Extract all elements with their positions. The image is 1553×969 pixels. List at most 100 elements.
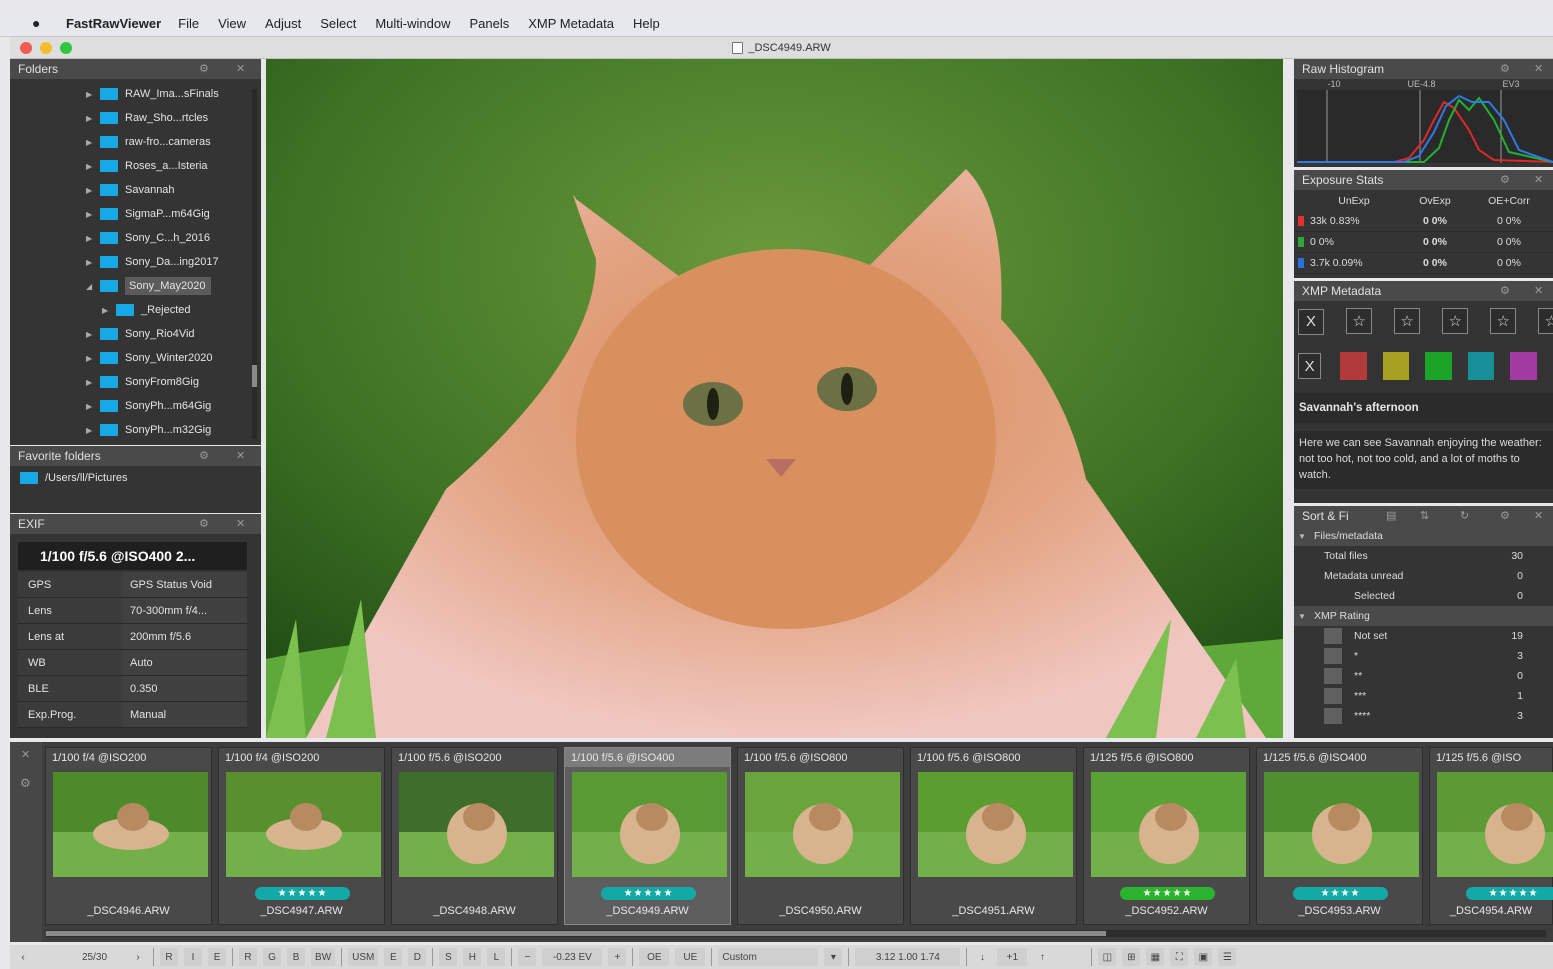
wb-select[interactable]: Custom	[718, 948, 819, 966]
toolbar-btn-r[interactable]: R	[160, 948, 179, 966]
chevron-right-icon[interactable]: ▶	[86, 90, 100, 99]
filmstrip-thumbnail[interactable]: 1/100 f/4 @ISO200 ★★★★★ _DSC4947.ARW	[218, 747, 385, 925]
chevron-right-icon[interactable]: ▶	[86, 186, 100, 195]
panel-settings-icon[interactable]: ⚙	[199, 517, 209, 530]
menu-panels[interactable]: Panels	[469, 16, 509, 31]
folder-tree-item[interactable]: ▶ Sony_Da...ing2017	[10, 250, 261, 274]
panel-close-icon[interactable]: ✕	[236, 449, 245, 462]
color-yellow-button[interactable]	[1382, 352, 1410, 380]
filmstrip-scrollbar[interactable]	[46, 930, 1546, 937]
step-down-icon[interactable]: ↓	[973, 948, 991, 966]
filter-row[interactable]: **** 3	[1294, 706, 1553, 726]
channel-blue-button[interactable]: B	[287, 948, 306, 966]
chevron-right-icon[interactable]: ▶	[86, 258, 100, 267]
layout-split-icon[interactable]: ◫	[1098, 948, 1117, 966]
highlights-button[interactable]: H	[463, 948, 482, 966]
chevron-down-icon[interactable]: ▼	[1298, 532, 1314, 541]
menu-view[interactable]: View	[218, 16, 246, 31]
filmstrip-settings-icon[interactable]: ⚙	[20, 776, 31, 790]
filmstrip-thumbnail[interactable]: 1/125 f/5.6 @ISO400 ★★★★ _DSC4953.ARW	[1256, 747, 1423, 925]
chevron-right-icon[interactable]: ▶	[86, 402, 100, 411]
filter-row[interactable]: Metadata unread 0	[1294, 566, 1553, 586]
layout-grid4-icon[interactable]: ⊞	[1122, 948, 1141, 966]
reject-button[interactable]: X	[1298, 308, 1324, 335]
filter-row[interactable]: Total files 30	[1294, 546, 1553, 566]
folder-tree-item[interactable]: ▶ Raw_Sho...rtcles	[10, 106, 261, 130]
chevron-right-icon[interactable]: ▶	[86, 114, 100, 123]
chevron-down-icon[interactable]: ◢	[86, 282, 100, 291]
oe-button[interactable]: OE	[639, 948, 670, 966]
xmp-title-field[interactable]: Savannah's afternoon	[1294, 393, 1553, 423]
close-window-button[interactable]	[20, 42, 32, 54]
filter-row[interactable]: *** 1	[1294, 686, 1553, 706]
chevron-right-icon[interactable]: ▶	[86, 330, 100, 339]
folder-tree-item[interactable]: ▶ SigmaP...m64Gig	[10, 202, 261, 226]
panel-settings-icon[interactable]: ⚙	[1500, 284, 1510, 297]
chevron-right-icon[interactable]: ▶	[86, 210, 100, 219]
ev-value[interactable]: -0.23 EV	[542, 948, 603, 966]
folder-tree-item[interactable]: ▶ Sony_Rio4Vid	[10, 322, 261, 346]
document-icon[interactable]: ▤	[1386, 509, 1396, 522]
chevron-down-icon[interactable]: ▼	[1298, 612, 1314, 621]
step-value[interactable]: +1	[997, 948, 1028, 966]
panel-close-icon[interactable]: ✕	[1534, 284, 1543, 297]
panel-close-icon[interactable]: ✕	[1534, 173, 1543, 186]
shadows-button[interactable]: S	[439, 948, 458, 966]
toolbar-btn-l[interactable]: L	[487, 948, 506, 966]
refresh-icon[interactable]: ↻	[1460, 509, 1469, 522]
main-image-view[interactable]	[266, 59, 1283, 738]
app-menu[interactable]: FastRawViewer	[66, 16, 161, 31]
folder-tree-item[interactable]: ▶ RAW_Ima...sFinals	[10, 82, 261, 106]
list-icon[interactable]: ☰	[1218, 948, 1237, 966]
panel-settings-icon[interactable]: ⚙	[199, 449, 209, 462]
chevron-right-icon[interactable]: ▶	[86, 378, 100, 387]
folder-tree-item[interactable]: ▶ Roses_a...Isteria	[10, 154, 261, 178]
sort-icon[interactable]: ⇅	[1420, 509, 1429, 522]
menu-select[interactable]: Select	[320, 16, 356, 31]
toolbar-btn-e[interactable]: E	[208, 948, 227, 966]
star-4-button[interactable]: ☆	[1490, 308, 1517, 334]
chevron-right-icon[interactable]: ▶	[102, 306, 116, 315]
folder-tree-item[interactable]: ▶ _Rejected	[10, 298, 261, 322]
filter-group[interactable]: ▼ Files/metadata	[1294, 526, 1553, 546]
wb-dropdown-icon[interactable]: ▾	[824, 948, 843, 966]
filmstrip-thumbnail[interactable]: 1/100 f/5.6 @ISO400 ★★★★★ _DSC4949.ARW	[564, 747, 731, 925]
panel-settings-icon[interactable]: ⚙	[1500, 62, 1510, 75]
clear-color-button[interactable]: X	[1298, 353, 1322, 379]
menu-help[interactable]: Help	[633, 16, 660, 31]
star-3-button[interactable]: ☆	[1442, 308, 1469, 334]
folder-tree-item[interactable]: ▶ Savannah	[10, 178, 261, 202]
chevron-right-icon[interactable]: ▶	[86, 354, 100, 363]
filmstrip-thumbnail[interactable]: 1/100 f/5.6 @ISO800 _DSC4950.ARW	[737, 747, 904, 925]
menu-xmp-metadata[interactable]: XMP Metadata	[528, 16, 614, 31]
xmp-description-field[interactable]: Here we can see Savannah enjoying the we…	[1294, 431, 1553, 489]
star-5-button[interactable]: ☆	[1538, 308, 1553, 334]
filmstrip-thumbnail[interactable]: 1/125 f/5.6 @ISO ★★★★★ _DSC4954.ARW	[1429, 747, 1553, 925]
apple-menu-icon[interactable]: ●	[32, 15, 54, 31]
chevron-right-icon[interactable]: ▶	[86, 138, 100, 147]
star-1-button[interactable]: ☆	[1346, 308, 1373, 334]
folders-scroll-thumb[interactable]	[252, 365, 257, 387]
toolbar-btn-d[interactable]: D	[408, 948, 427, 966]
folder-tree-item[interactable]: ▶ SonyPh...m32Gig	[10, 418, 261, 442]
zoom-window-button[interactable]	[60, 42, 72, 54]
color-red-button[interactable]	[1340, 352, 1367, 380]
filter-row[interactable]: ** 0	[1294, 666, 1553, 686]
chevron-right-icon[interactable]: ▶	[86, 234, 100, 243]
panel-settings-icon[interactable]: ⚙	[1500, 509, 1510, 522]
favorite-folder-item[interactable]: /Users/ll/Pictures	[10, 466, 261, 490]
filter-checkbox[interactable]	[1324, 668, 1342, 684]
filmstrip-thumbnail[interactable]: 1/100 f/5.6 @ISO800 _DSC4951.ARW	[910, 747, 1077, 925]
layout-grid-icon[interactable]: ▦	[1146, 948, 1165, 966]
folder-tree-item[interactable]: ▶ SonyFrom8Gig	[10, 370, 261, 394]
ue-button[interactable]: UE	[675, 948, 706, 966]
menu-file[interactable]: File	[178, 16, 199, 31]
filter-row[interactable]: Not set 19	[1294, 626, 1553, 646]
folder-tree-item[interactable]: ◢ Sony_May2020	[10, 274, 261, 298]
filmstrip-scroll-thumb[interactable]	[46, 931, 1106, 936]
filter-checkbox[interactable]	[1324, 708, 1342, 724]
filmstrip-thumbnail[interactable]: 1/100 f/5.6 @ISO200 _DSC4948.ARW	[391, 747, 558, 925]
filter-checkbox[interactable]	[1324, 648, 1342, 664]
channel-green-button[interactable]: G	[263, 948, 282, 966]
filmstrip-close-icon[interactable]: ✕	[21, 748, 30, 761]
